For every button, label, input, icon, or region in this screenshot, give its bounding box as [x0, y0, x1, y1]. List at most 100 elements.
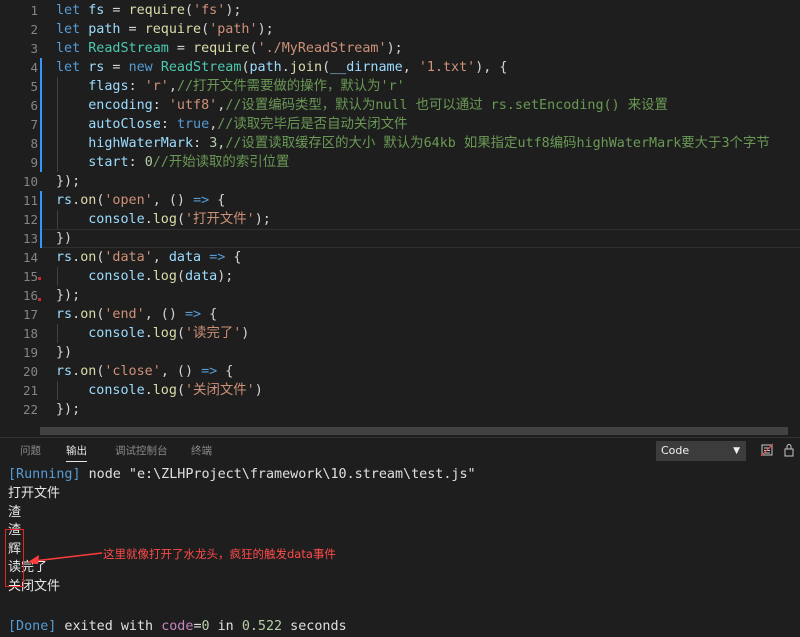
- code-text: }): [56, 345, 73, 360]
- code-line[interactable]: 22});: [0, 400, 800, 419]
- code-line[interactable]: 6 encoding: 'utf8',//设置编码类型，默认为null 也可以通…: [0, 96, 800, 115]
- done-code-key: code: [161, 619, 194, 634]
- done-text: in: [209, 619, 242, 634]
- done-text: seconds: [282, 619, 347, 634]
- code-line[interactable]: 11 rs.on('open', () => {: [0, 191, 800, 210]
- line-number: 17: [22, 307, 38, 322]
- code-line[interactable]: 3 let ReadStream = require('./MyReadStrea…: [0, 39, 800, 58]
- code-text: rs.on('open', () => {: [56, 193, 226, 208]
- output-done-line: [Done] exited with code=0 in 0.522 secon…: [8, 618, 347, 637]
- code-line[interactable]: 2 let path = require('path');: [0, 20, 800, 39]
- line-number: 12: [22, 212, 38, 227]
- code-text: });: [56, 174, 81, 189]
- code-line[interactable]: 12 console.log('打开文件');: [0, 210, 800, 229]
- code-text: rs.on('end', () => {: [56, 307, 218, 322]
- line-number: 11: [22, 193, 38, 208]
- tab-output[interactable]: 输出: [66, 443, 87, 462]
- code-text: }): [56, 231, 73, 246]
- gutter-marker: [38, 276, 41, 280]
- line-number: 2: [30, 22, 38, 37]
- line-number: 1: [30, 3, 38, 18]
- code-line[interactable]: 14 rs.on('data', data => {: [0, 248, 800, 267]
- output-line: 打开文件: [8, 486, 61, 501]
- horizontal-scrollbar[interactable]: [40, 427, 788, 435]
- code-line[interactable]: 7 autoClose: true,//读取完毕后是否自动关闭文件: [0, 115, 800, 134]
- code-line[interactable]: 21 console.log('关闭文件'): [0, 381, 800, 400]
- tab-debug-console[interactable]: 调试控制台: [115, 443, 168, 458]
- code-line[interactable]: 9 start: 0//开始读取的索引位置: [0, 153, 800, 172]
- indent-guide: [57, 267, 58, 286]
- done-tag: [Done]: [8, 619, 57, 634]
- line-number: 7: [30, 117, 38, 132]
- line-number: 6: [30, 98, 38, 113]
- code-line[interactable]: 18 console.log('读完了'): [0, 324, 800, 343]
- line-number: 21: [22, 383, 38, 398]
- line-number: 13: [22, 231, 38, 246]
- line-number: 16: [22, 288, 38, 303]
- code-text: start: 0//开始读取的索引位置: [88, 155, 290, 170]
- code-text: autoClose: true,//读取完毕后是否自动关闭文件: [88, 117, 408, 132]
- output-channel-select[interactable]: Code ▼: [656, 441, 746, 461]
- active-scope-indicator: [40, 191, 42, 248]
- code-text: let rs = new ReadStream(path.join(__dirn…: [56, 60, 508, 75]
- output-running-line: [Running] node "e:\ZLHProject\framework\…: [8, 466, 476, 485]
- code-editor[interactable]: 1 let fs = require('fs'); 2 let path = requ…: [0, 0, 800, 426]
- code-line[interactable]: 4 let rs = new ReadStream(path.join(__dir…: [0, 58, 800, 77]
- output-channel-value: Code: [661, 444, 690, 457]
- indent-guide: [57, 324, 58, 343]
- code-text: flags: 'r',//打开文件需要做的操作，默认为'r': [88, 79, 405, 94]
- indent-guide: [57, 77, 58, 172]
- line-number: 5: [30, 79, 38, 94]
- code-text: console.log('读完了'): [88, 326, 250, 341]
- code-line[interactable]: 17 rs.on('end', () => {: [0, 305, 800, 324]
- done-code-value: 0: [201, 619, 210, 634]
- annotation-text: 这里就像打开了水龙头，疯狂的触发data事件: [103, 547, 336, 561]
- panel-tab-bar: 问题 输出 调试控制台 终端 Code ▼: [0, 438, 800, 464]
- code-line[interactable]: 8 highWaterMark: 3,//设置读取缓存区的大小 默认为64kb …: [0, 134, 800, 153]
- code-line[interactable]: 1 let fs = require('fs');: [0, 1, 800, 20]
- code-text: let ReadStream = require('./MyReadStream…: [56, 41, 403, 56]
- code-line[interactable]: 15 console.log(data);: [0, 267, 800, 286]
- code-text: rs.on('data', data => {: [56, 250, 242, 265]
- code-line[interactable]: 5 flags: 'r',//打开文件需要做的操作，默认为'r': [0, 77, 800, 96]
- indent-guide: [57, 210, 58, 229]
- indent-guide: [57, 381, 58, 400]
- tab-problems[interactable]: 问题: [20, 443, 41, 458]
- gutter-marker: [38, 297, 41, 301]
- code-line[interactable]: 16});: [0, 286, 800, 305]
- line-number: 3: [30, 41, 38, 56]
- line-number: 14: [22, 250, 38, 265]
- tab-terminal[interactable]: 终端: [191, 443, 212, 458]
- highlight-box: [5, 529, 24, 587]
- output-line: 渣: [8, 504, 22, 520]
- chevron-down-icon: ▼: [733, 446, 740, 456]
- active-scope-indicator: [40, 58, 42, 172]
- line-number: 4: [30, 60, 38, 75]
- code-text: encoding: 'utf8',//设置编码类型，默认为null 也可以通过 …: [88, 98, 668, 113]
- done-eq: =: [193, 619, 202, 634]
- code-line[interactable]: 19}): [0, 343, 800, 362]
- line-number: 8: [30, 136, 38, 151]
- line-number: 9: [30, 155, 38, 170]
- code-line[interactable]: 20 rs.on('close', () => {: [0, 362, 800, 381]
- code-text: console.log('打开文件');: [88, 212, 271, 227]
- line-number: 22: [22, 402, 38, 417]
- code-line[interactable]: 13}): [0, 229, 800, 248]
- clear-output-icon[interactable]: [759, 442, 775, 458]
- running-tag: [Running]: [8, 467, 81, 482]
- lock-scroll-icon[interactable]: [781, 442, 797, 458]
- bottom-panel: 问题 输出 调试控制台 终端 Code ▼ [Running] node "e:…: [0, 437, 800, 636]
- line-number: 18: [22, 326, 38, 341]
- code-text: console.log(data);: [88, 269, 234, 284]
- done-time: 0.522: [241, 619, 283, 634]
- done-text: exited with: [56, 619, 162, 634]
- code-text: highWaterMark: 3,//设置读取缓存区的大小 默认为64kb 如果…: [88, 136, 770, 151]
- annotation-arrow: [28, 552, 103, 564]
- line-number: 19: [22, 345, 38, 360]
- code-text: });: [56, 402, 81, 417]
- code-line[interactable]: 10});: [0, 172, 800, 191]
- line-number: 15: [22, 269, 38, 284]
- line-number: 20: [22, 364, 38, 379]
- line-number: 10: [22, 174, 38, 189]
- code-text: rs.on('close', () => {: [56, 364, 234, 379]
